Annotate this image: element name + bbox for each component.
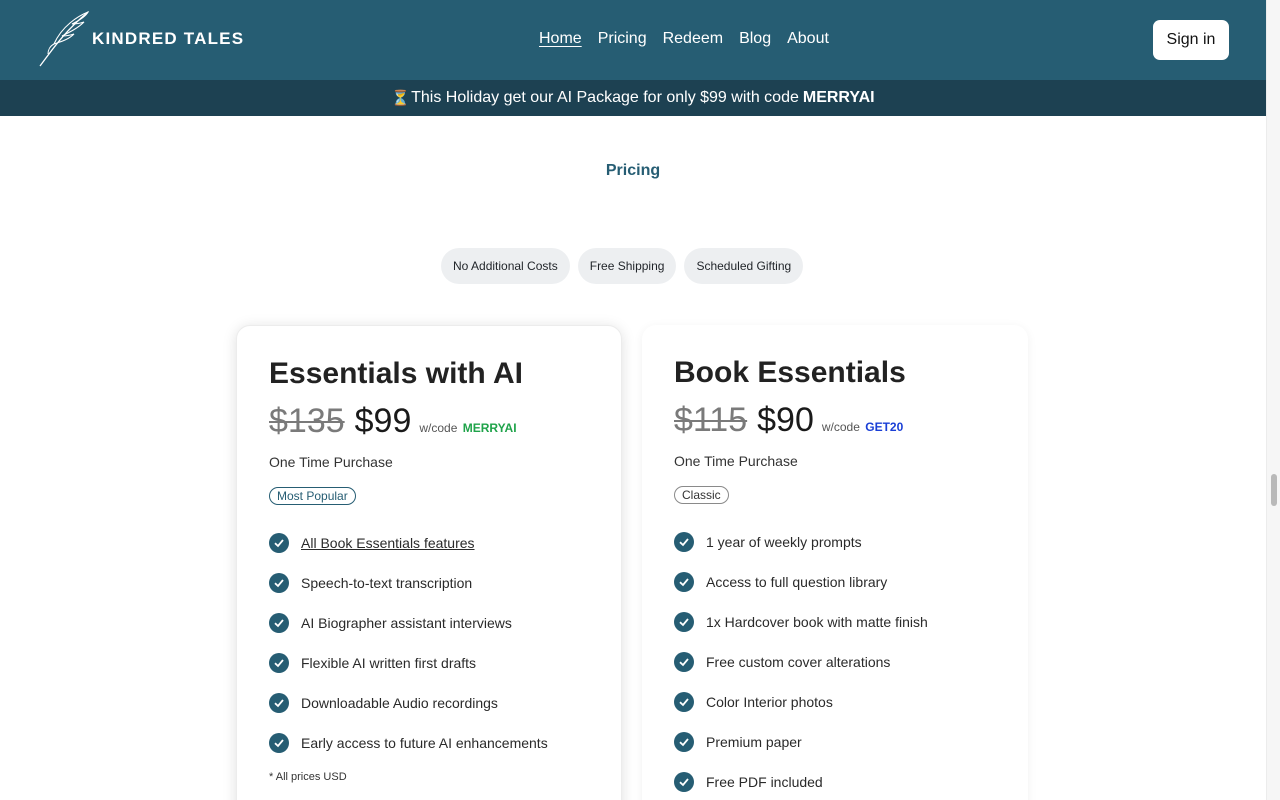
check-icon [674, 532, 694, 552]
nav-home[interactable]: Home [539, 30, 582, 48]
chip-scheduled-gifting: Scheduled Gifting [684, 248, 804, 284]
feature-text: Color Interior photos [706, 694, 833, 710]
feature-list: All Book Essentials features Speech-to-t… [269, 523, 589, 763]
check-icon [269, 733, 289, 753]
price-row: $135 $99 w/code MERRYAI [269, 402, 589, 446]
old-price: $135 [269, 402, 345, 440]
chip-no-additional-costs: No Additional Costs [441, 248, 570, 284]
feature-item: Free custom cover alterations [674, 642, 996, 682]
chip-free-shipping: Free Shipping [577, 248, 677, 284]
feature-item: Free PDF included [674, 762, 996, 800]
feature-item: Speech-to-text transcription [269, 563, 589, 603]
check-icon [674, 772, 694, 792]
promo-code: MERRYAI [802, 89, 875, 106]
feature-text: Early access to future AI enhancements [301, 735, 548, 751]
check-icon [674, 612, 694, 632]
quill-icon [39, 10, 90, 67]
feature-text: Free custom cover alterations [706, 654, 891, 670]
promo-banner: ⏳ This Holiday get our AI Package for on… [0, 80, 1266, 116]
brand-logo[interactable]: KINDRED TALES [38, 10, 244, 68]
badge-classic: Classic [674, 486, 729, 504]
feature-text: Speech-to-text transcription [301, 575, 473, 591]
feature-text: Flexible AI written first drafts [301, 655, 477, 671]
hourglass-icon: ⏳ [391, 90, 411, 107]
main-nav: Home Pricing Redeem Blog About [539, 30, 829, 48]
brand-name: KINDRED TALES [92, 29, 245, 48]
purchase-type: One Time Purchase [674, 453, 798, 469]
new-price: $90 [757, 401, 814, 439]
nav-redeem[interactable]: Redeem [663, 30, 723, 48]
nav-pricing[interactable]: Pricing [598, 30, 647, 48]
nav-about[interactable]: About [787, 30, 829, 48]
feature-text: 1 year of weekly prompts [706, 534, 862, 550]
promo-text: This Holiday get our AI Package for only… [411, 89, 799, 106]
page-scrollbar[interactable] [1266, 0, 1280, 800]
feature-item: Premium paper [674, 722, 996, 762]
price-row: $115 $90 w/code GET20 [674, 401, 996, 445]
feature-item: Flexible AI written first drafts [269, 643, 589, 683]
check-icon [269, 533, 289, 553]
scrollbar-thumb[interactable] [1271, 474, 1277, 506]
badge-most-popular: Most Popular [269, 487, 356, 505]
feature-item: 1x Hardcover book with matte finish [674, 602, 996, 642]
feature-text: Free PDF included [706, 774, 823, 790]
check-icon [674, 732, 694, 752]
code-label: w/code GET20 [822, 420, 903, 434]
feature-text: Downloadable Audio recordings [301, 695, 498, 711]
check-icon [674, 652, 694, 672]
feature-link[interactable]: All Book Essentials features [301, 535, 475, 551]
plan-card-essentials-ai[interactable]: Essentials with AI $135 $99 w/code MERRY… [236, 325, 622, 800]
plan-card-book-essentials[interactable]: Book Essentials $115 $90 w/code GET20 On… [642, 325, 1028, 800]
page: KINDRED TALES Home Pricing Redeem Blog A… [0, 0, 1280, 800]
feature-item: 1 year of weekly prompts [674, 522, 996, 562]
feature-item: Downloadable Audio recordings [269, 683, 589, 723]
check-icon [674, 572, 694, 592]
feature-item: Access to full question library [674, 562, 996, 602]
code-prefix: w/code [821, 420, 860, 434]
check-icon [269, 653, 289, 673]
feature-item[interactable]: All Book Essentials features [269, 523, 589, 563]
plan-title: Essentials with AI [269, 357, 523, 390]
sign-in-button[interactable]: Sign in [1153, 20, 1229, 60]
nav-blog[interactable]: Blog [739, 30, 771, 48]
site-header: KINDRED TALES Home Pricing Redeem Blog A… [0, 0, 1266, 80]
feature-chips: No Additional Costs Free Shipping Schedu… [441, 248, 804, 284]
plan-title: Book Essentials [674, 356, 906, 389]
feature-item: Early access to future AI enhancements [269, 723, 589, 763]
check-icon [269, 573, 289, 593]
feature-item: Color Interior photos [674, 682, 996, 722]
code-label: w/code MERRYAI [419, 421, 516, 435]
check-icon [269, 613, 289, 633]
old-price: $115 [674, 401, 748, 439]
feature-item: AI Biographer assistant interviews [269, 603, 589, 643]
feature-text: 1x Hardcover book with matte finish [706, 614, 928, 630]
purchase-type: One Time Purchase [269, 454, 393, 470]
feature-list: 1 year of weekly prompts Access to full … [674, 522, 996, 800]
section-title: Pricing [605, 162, 661, 179]
feature-text: Access to full question library [706, 574, 888, 590]
code-prefix: w/code [419, 421, 458, 435]
new-price: $99 [354, 402, 412, 440]
feature-text: AI Biographer assistant interviews [301, 615, 512, 631]
discount-code: GET20 [865, 420, 904, 434]
check-icon [674, 692, 694, 712]
feature-text: Premium paper [706, 734, 802, 750]
check-icon [269, 693, 289, 713]
price-note: * All prices USD [269, 771, 347, 783]
discount-code: MERRYAI [462, 421, 517, 435]
